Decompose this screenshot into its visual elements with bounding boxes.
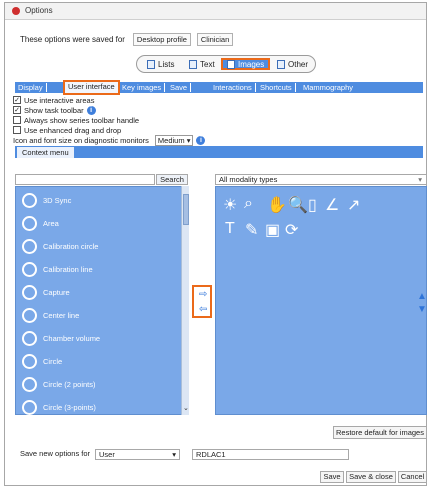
option-task-toolbar[interactable]: ✓ Show task toolbar i — [13, 105, 96, 115]
list-item-calibration-circle[interactable]: Calibration circle — [22, 236, 98, 256]
saved-for-row: These options were saved for Desktop pro… — [20, 33, 237, 46]
circle-2-points-icon — [22, 376, 37, 392]
option-name-input[interactable]: RDLAC1 — [192, 449, 349, 460]
segment-text[interactable]: Text — [189, 58, 215, 70]
circle-3-points-icon — [22, 399, 37, 415]
title-bar: Options — [5, 3, 426, 20]
window-title: Options — [25, 6, 53, 15]
cancel-button[interactable]: Cancel — [398, 471, 427, 483]
tab-interactions[interactable]: Interactions — [213, 82, 256, 93]
tab-save[interactable]: Save — [170, 82, 192, 93]
context-menu-bar: Context menu — [15, 146, 423, 158]
restore-default-button[interactable]: Restore default for images — [333, 426, 427, 439]
move-left-icon[interactable]: ⇦ — [199, 304, 207, 315]
search-input[interactable] — [15, 174, 155, 185]
chevron-down-icon: ▾ — [172, 450, 176, 459]
save-new-options-row: Save new options for User ▾ RDLAC1 — [20, 449, 427, 461]
search-button[interactable]: Search — [156, 174, 188, 185]
circle-icon — [22, 353, 37, 369]
list-item-capture[interactable]: Capture — [22, 282, 70, 302]
tab-shortcuts[interactable]: Shortcuts — [260, 82, 296, 93]
option-interactive-areas[interactable]: ✓ Use interactive areas — [13, 95, 94, 105]
options-tabs: Display User interface Key images Save I… — [15, 80, 423, 95]
save-button[interactable]: Save — [320, 471, 344, 483]
info-icon[interactable]: i — [86, 105, 96, 115]
chevron-down-icon: ▾ — [418, 175, 422, 184]
calibration-circle-icon — [22, 238, 37, 254]
transfer-controls: ⇨ ⇦ — [192, 285, 212, 318]
area-icon — [22, 215, 37, 231]
list-item-chamber-volume[interactable]: Chamber volume — [22, 328, 100, 348]
segment-lists[interactable]: Lists — [147, 58, 174, 70]
list-item-circle-2-points[interactable]: Circle (2 points) — [22, 374, 96, 394]
list-item-circle-3-points[interactable]: Circle (3-points) — [22, 397, 96, 417]
arrow-icon[interactable]: ↗ — [347, 195, 360, 215]
sync-icon[interactable]: ⟳ — [285, 220, 298, 240]
magnifier-icon[interactable]: 🔍 — [288, 195, 308, 215]
app-icon — [12, 7, 20, 15]
saved-for-label: These options were saved for — [20, 35, 125, 44]
eyedropper-icon[interactable]: ✎ — [245, 220, 258, 240]
move-right-icon[interactable]: ⇨ — [199, 289, 207, 300]
option-enhanced-drag[interactable]: Use enhanced drag and drop — [13, 125, 121, 135]
selected-tools-pane[interactable]: ☀ ⌕ ✋ 🔍 ▯ ∠ ↗ T ✎ ▣ ⟳ — [215, 186, 427, 415]
ruler-icon[interactable]: ▯ — [308, 195, 317, 215]
chevron-down-icon[interactable]: ⌄ — [183, 404, 189, 412]
images-icon — [227, 59, 235, 69]
modality-select[interactable]: All modality types ▾ — [215, 174, 427, 185]
tab-display[interactable]: Display — [18, 82, 47, 93]
tab-user-interface[interactable]: User interface — [63, 80, 120, 95]
checkbox-series-toolbar[interactable] — [13, 116, 21, 124]
info-window-icon[interactable]: ▣ — [265, 220, 280, 240]
save-close-button[interactable]: Save & close — [346, 471, 396, 483]
checkbox-enhanced-drag[interactable] — [13, 126, 21, 134]
list-item-3d-sync[interactable]: 3D Sync — [22, 190, 71, 210]
save-new-label: Save new options for — [20, 449, 91, 458]
brightness-icon[interactable]: ☀ — [223, 195, 237, 215]
text-tool-icon[interactable]: T — [225, 220, 235, 238]
list-item-circle[interactable]: Circle — [22, 351, 62, 371]
list-item-center-line[interactable]: Center line — [22, 305, 79, 325]
icon-size-label: Icon and font size on diagnostic monitor… — [13, 135, 149, 145]
option-series-toolbar[interactable]: Always show series toolbar handle — [13, 115, 139, 125]
saved-for-role[interactable]: Clinician — [196, 33, 234, 46]
icon-size-row: Icon and font size on diagnostic monitor… — [13, 134, 206, 146]
center-line-icon — [22, 307, 37, 323]
segment-images[interactable]: Images — [221, 58, 271, 70]
tab-mammography[interactable]: Mammography — [303, 82, 353, 93]
pan-hand-icon[interactable]: ✋ — [267, 195, 287, 215]
info-icon[interactable]: i — [196, 135, 206, 145]
text-icon — [189, 59, 197, 69]
3d-sync-icon — [22, 192, 37, 208]
icon-size-select[interactable]: Medium ▾ — [154, 134, 194, 146]
context-menu-list[interactable]: 3D Sync Area Calibration circle Calibrat… — [15, 186, 188, 415]
lists-icon — [147, 59, 155, 69]
save-for-select[interactable]: User ▾ — [95, 449, 180, 460]
scroll-thumb[interactable] — [183, 194, 189, 225]
calibration-line-icon — [22, 261, 37, 277]
saved-for-profile[interactable]: Desktop profile — [132, 33, 191, 46]
tab-context-menu[interactable]: Context menu — [17, 147, 74, 158]
list-item-calibration-line[interactable]: Calibration line — [22, 259, 93, 279]
tab-key-images[interactable]: Key images — [122, 82, 166, 93]
move-down-icon[interactable]: ▼ — [417, 304, 427, 315]
category-segment-bar: Lists Text Images Other — [136, 55, 316, 73]
list-item-area[interactable]: Area — [22, 213, 59, 233]
angle-icon[interactable]: ∠ — [325, 195, 339, 215]
segment-other[interactable]: Other — [277, 58, 308, 70]
other-icon — [277, 59, 285, 69]
capture-icon — [22, 284, 37, 300]
checkbox-interactive-areas[interactable]: ✓ — [13, 96, 21, 104]
list-scrollbar[interactable]: ⌄ — [181, 186, 189, 415]
zoom-icon[interactable]: ⌕ — [244, 195, 253, 213]
move-up-icon[interactable]: ▲ — [417, 291, 427, 302]
chamber-volume-icon — [22, 330, 37, 346]
checkbox-task-toolbar[interactable]: ✓ — [13, 106, 21, 114]
